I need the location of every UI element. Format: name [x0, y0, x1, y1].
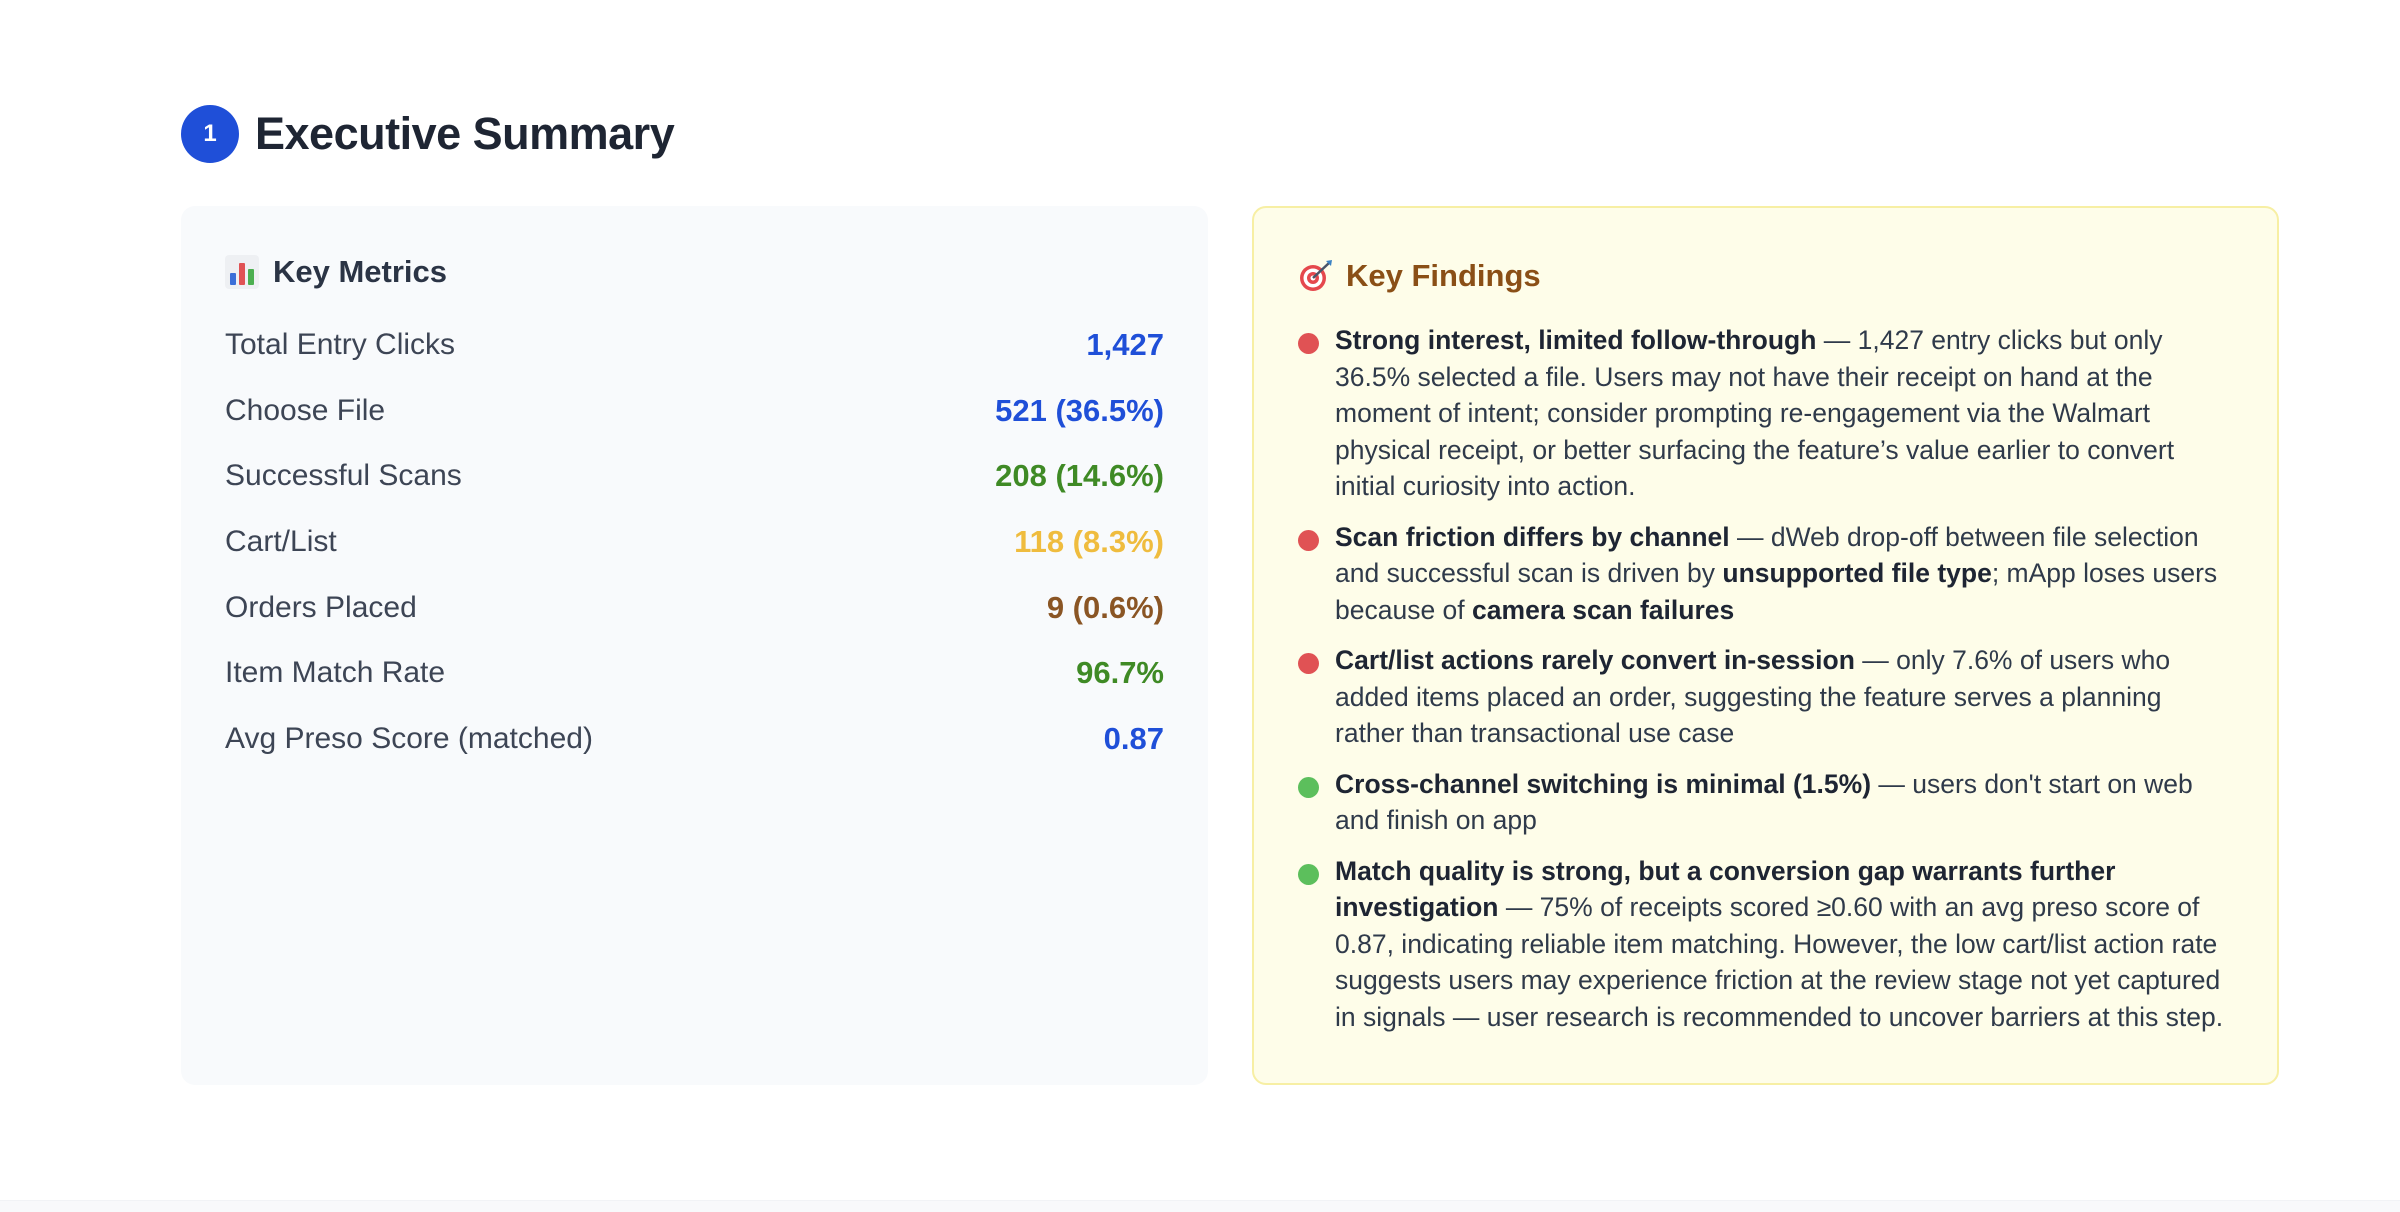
metric-value: 208 (14.6%) [995, 458, 1164, 494]
metric-value: 521 (36.5%) [995, 392, 1164, 428]
finding-item: Cross-channel switching is minimal (1.5%… [1298, 766, 2227, 839]
section-number-badge: 1 [181, 105, 239, 163]
finding-item: Match quality is strong, but a conversio… [1298, 853, 2227, 1036]
finding-text: Strong interest, limited follow-through … [1335, 322, 2227, 505]
finding-highlight: unsupported file type [1722, 558, 1992, 588]
finding-text: Match quality is strong, but a conversio… [1335, 853, 2227, 1036]
finding-highlight: camera scan failures [1472, 594, 1735, 625]
metric-row: Choose File 521 (36.5%) [225, 378, 1164, 444]
metric-row: Cart/List 118 (8.3%) [225, 509, 1164, 575]
finding-item: Scan friction differs by channel — dWeb … [1298, 519, 2227, 629]
key-metrics-header: Key Metrics [225, 252, 1164, 292]
key-metrics-title: Key Metrics [273, 254, 448, 289]
finding-item: Strong interest, limited follow-through … [1298, 322, 2227, 505]
finding-highlight: Strong interest, limited follow-through [1335, 325, 1817, 355]
key-findings-header: Key Findings [1298, 256, 2227, 296]
metric-value: 1,427 [1086, 326, 1164, 362]
bar-chart-icon [225, 255, 259, 289]
metric-row: Successful Scans 208 (14.6%) [225, 443, 1164, 509]
key-findings-card: Key Findings Strong interest, limited fo… [1252, 206, 2279, 1085]
finding-text: Cart/list actions rarely convert in-sess… [1335, 642, 2227, 752]
metric-value: 118 (8.3%) [1014, 523, 1164, 559]
metric-label: Cart/List [225, 524, 337, 558]
metric-label: Total Entry Clicks [225, 327, 456, 361]
finding-text: Scan friction differs by channel — dWeb … [1335, 519, 2227, 629]
metric-row: Total Entry Clicks 1,427 [225, 312, 1164, 378]
finding-highlight: Cart/list actions rarely convert in-sess… [1335, 645, 1855, 675]
page: 1 Executive Summary Key Metrics Total En… [0, 0, 2400, 1212]
red-dot-icon [1298, 653, 1319, 674]
bottom-divider [0, 1200, 2400, 1212]
metric-label: Choose File [225, 393, 386, 427]
metrics-list: Total Entry Clicks 1,427 Choose File 521 (3… [225, 312, 1164, 772]
metric-value: 0.87 [1103, 720, 1164, 756]
target-icon [1298, 258, 1334, 294]
metric-row: Avg Preso Score (matched) 0.87 [225, 706, 1164, 772]
metric-row: Item Match Rate 96.7% [225, 640, 1164, 706]
finding-highlight: Scan friction differs by channel [1335, 521, 1730, 552]
metric-row: Orders Placed 9 (0.6%) [225, 575, 1164, 641]
green-dot-icon [1298, 863, 1319, 885]
red-dot-icon [1298, 529, 1319, 551]
section-header: 1 Executive Summary [181, 105, 675, 163]
metric-label: Successful Scans [225, 459, 462, 493]
green-dot-icon [1298, 776, 1319, 798]
findings-list: Strong interest, limited follow-through … [1298, 322, 2227, 1035]
metric-label: Item Match Rate [225, 656, 446, 690]
metric-label: Avg Preso Score (matched) [225, 721, 593, 755]
finding-highlight: Cross-channel switching is minimal (1.5%… [1335, 768, 1872, 799]
key-metrics-card: Key Metrics Total Entry Clicks 1,427 Choos… [181, 206, 1208, 1085]
red-dot-icon [1298, 333, 1319, 354]
section-title: Executive Summary [255, 108, 675, 159]
finding-text: Cross-channel switching is minimal (1.5%… [1335, 766, 2227, 839]
metric-value: 9 (0.6%) [1046, 589, 1164, 625]
finding-item: Cart/list actions rarely convert in-sess… [1298, 642, 2227, 752]
key-findings-title: Key Findings [1346, 258, 1541, 293]
metric-value: 96.7% [1076, 655, 1164, 691]
metric-label: Orders Placed [225, 590, 417, 624]
